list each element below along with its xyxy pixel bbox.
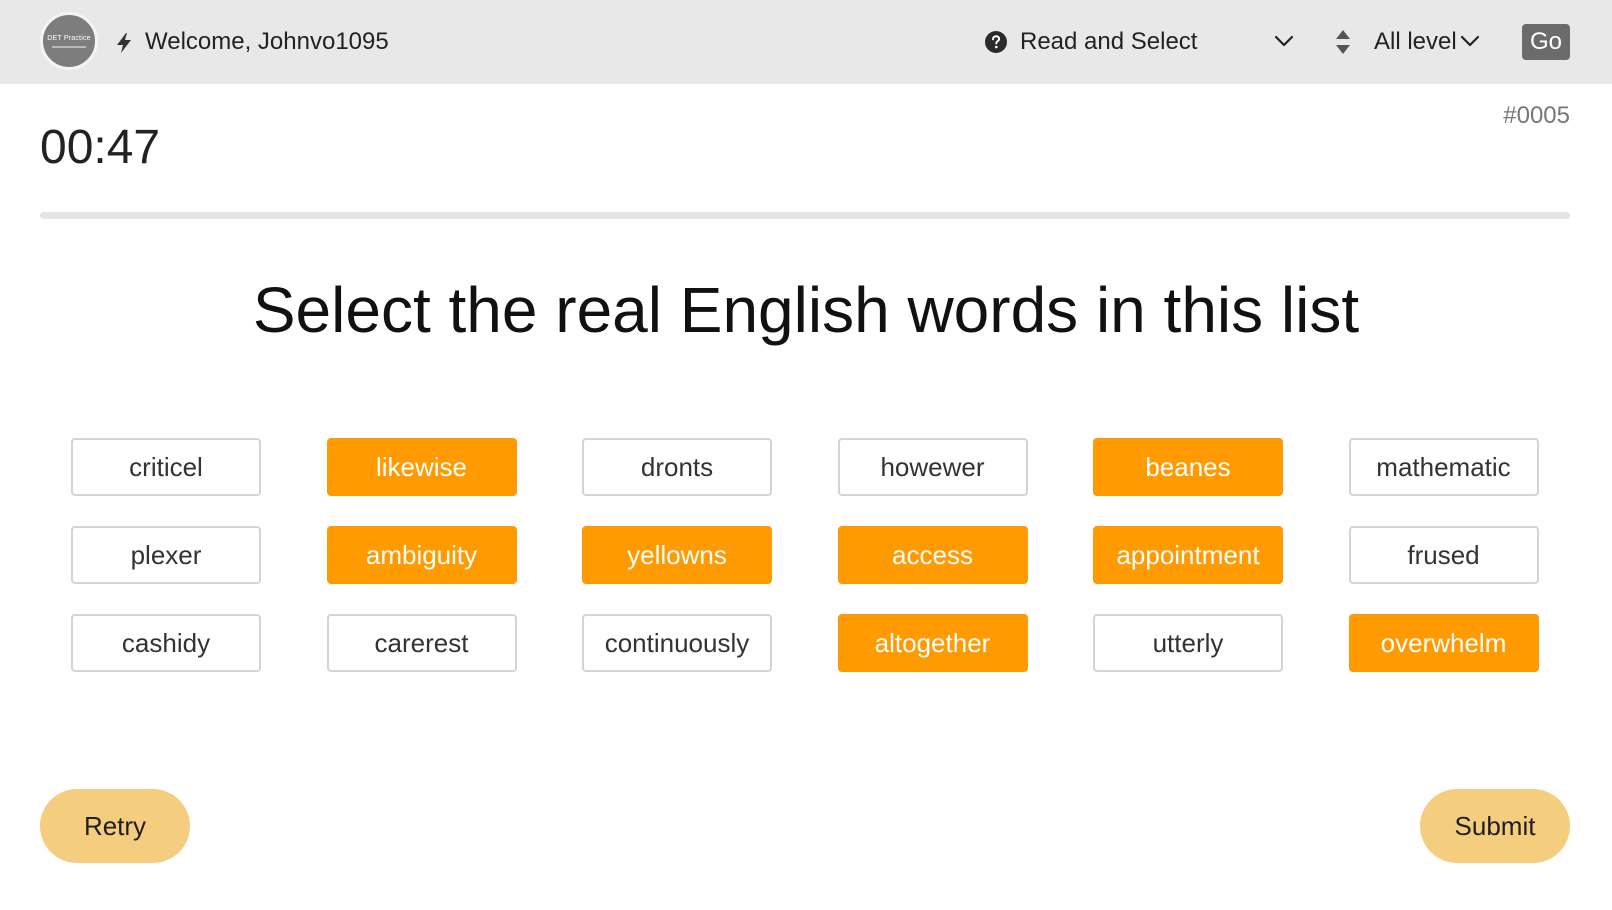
welcome-text: Welcome, Johnvo1095 bbox=[145, 28, 389, 55]
help-icon[interactable] bbox=[984, 30, 1008, 54]
word-option[interactable]: appointment bbox=[1093, 526, 1283, 584]
word-option[interactable]: altogether bbox=[837, 614, 1028, 672]
question-type-value: Read and Select bbox=[1020, 28, 1198, 55]
lightning-icon bbox=[117, 33, 131, 53]
question-id: #0005 bbox=[1503, 102, 1570, 129]
word-option[interactable]: access bbox=[837, 526, 1028, 584]
word-option[interactable]: ambiguity bbox=[326, 526, 517, 584]
question-prompt: Select the real English words in this li… bbox=[252, 274, 1360, 346]
word-option[interactable]: carerest bbox=[326, 614, 517, 672]
word-option[interactable]: frused bbox=[1348, 526, 1539, 584]
level-value: All level bbox=[1374, 28, 1457, 55]
word-option[interactable]: yellowns bbox=[582, 526, 772, 584]
submit-button[interactable]: Submit bbox=[1420, 789, 1570, 863]
logo[interactable]: DET Practice bbox=[40, 12, 98, 70]
word-option[interactable]: dronts bbox=[582, 438, 772, 496]
word-option[interactable]: utterly bbox=[1093, 614, 1283, 672]
top-bar: DET Practice Welcome, Johnvo1095 Read an… bbox=[0, 0, 1612, 84]
word-option[interactable]: beanes bbox=[1093, 438, 1283, 496]
word-option[interactable]: howewer bbox=[837, 438, 1028, 496]
countdown-timer: 00:47 bbox=[40, 121, 161, 174]
word-option[interactable]: overwhelm bbox=[1348, 614, 1539, 672]
go-button[interactable]: Go bbox=[1522, 24, 1570, 60]
word-option[interactable]: likewise bbox=[326, 438, 517, 496]
chevron-down-icon bbox=[1274, 35, 1294, 47]
retry-button[interactable]: Retry bbox=[40, 789, 190, 863]
word-option[interactable]: criticel bbox=[71, 438, 261, 496]
sort-icon bbox=[1336, 30, 1350, 54]
word-option[interactable]: cashidy bbox=[71, 614, 261, 672]
question-type-select[interactable]: Read and Select bbox=[1020, 26, 1298, 58]
word-option[interactable]: mathematic bbox=[1348, 438, 1539, 496]
word-option[interactable]: continuously bbox=[582, 614, 772, 672]
logo-underline bbox=[52, 45, 86, 48]
logo-text: DET Practice bbox=[47, 34, 91, 42]
word-option[interactable]: plexer bbox=[71, 526, 261, 584]
chevron-down-icon bbox=[1460, 35, 1480, 47]
level-select[interactable]: All level bbox=[1374, 26, 1484, 58]
word-grid: criticel likewise dronts howewer beanes mathe… bbox=[71, 438, 1541, 672]
progress-bar bbox=[40, 212, 1570, 219]
